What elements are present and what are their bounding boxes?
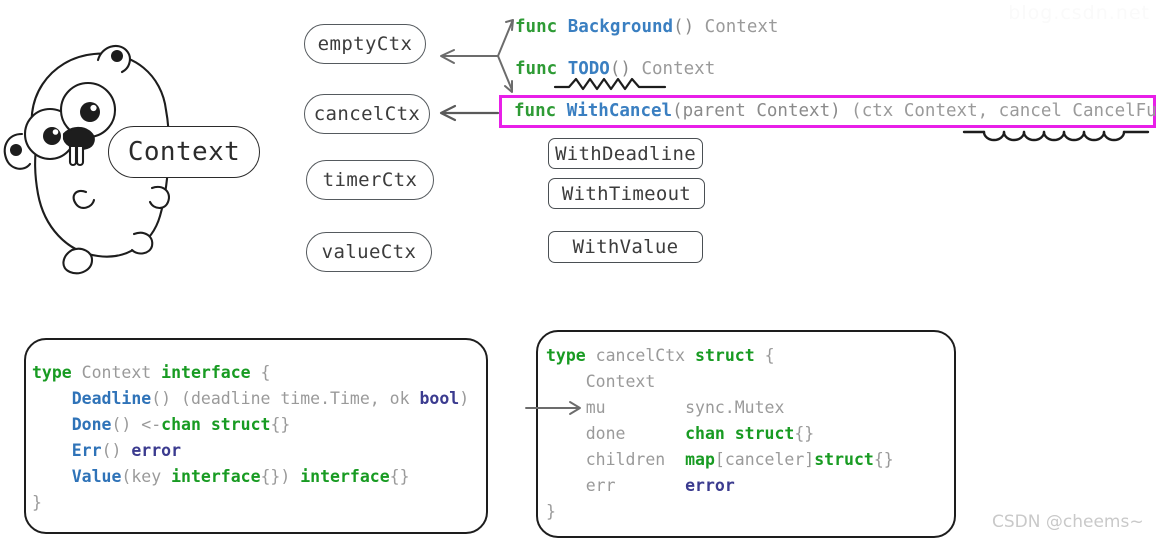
code-token: () (deadline time.Time, ok <box>151 389 420 408</box>
code-token: error <box>685 476 735 495</box>
node-withdeadline[interactable]: WithDeadline <box>548 138 703 169</box>
code-token: map <box>685 450 715 469</box>
signature-background: func Background() Context <box>515 17 778 37</box>
node-emptyctx-label: emptyCtx <box>317 33 413 55</box>
code-token: Err <box>71 441 102 460</box>
code-token: ) <box>459 389 470 408</box>
scallop-underline-icon <box>962 130 1150 142</box>
code-line: Context <box>546 369 894 395</box>
node-cancelctx[interactable]: cancelCtx <box>304 94 430 134</box>
code-line: mu sync.Mutex <box>546 395 894 421</box>
code-panel-cancelctx-body: type cancelCtx struct { Context mu sync.… <box>546 343 894 525</box>
code-token: type <box>546 346 586 365</box>
code-panel-context-body: type Context interface { Deadline() (dea… <box>32 360 469 516</box>
code-token: () <- <box>111 415 162 434</box>
node-withvalue-label: WithValue <box>572 236 679 258</box>
code-line: Done() <-chan struct{} <box>32 412 469 438</box>
code-token: {} <box>794 424 815 443</box>
code-token: Value <box>71 467 122 486</box>
code-line: done chan struct{} <box>546 421 894 447</box>
node-timerctx-label: timerCtx <box>322 169 418 191</box>
code-token: {}) <box>260 467 301 486</box>
kw-func-todo: func <box>515 59 558 79</box>
params-background: () <box>673 17 695 37</box>
connector-arrow-cancelctx <box>439 104 500 122</box>
code-token: children <box>546 450 686 469</box>
node-valuectx[interactable]: valueCtx <box>306 232 432 272</box>
code-token: interface <box>171 467 261 486</box>
code-token: {} <box>389 467 410 486</box>
code-token: struct <box>814 450 874 469</box>
code-line: } <box>546 499 894 525</box>
code-token: {} <box>873 450 894 469</box>
code-token: type <box>32 363 72 382</box>
code-token: error <box>131 441 182 460</box>
signature-withcancel: func WithCancel(parent Context) (ctx Con… <box>514 101 1158 121</box>
code-token: Deadline <box>71 389 152 408</box>
code-line: children map[canceler]struct{} <box>546 447 894 473</box>
code-line: Value(key interface{}) interface{} <box>32 464 469 490</box>
code-token: err <box>546 476 686 495</box>
code-token: {} <box>270 415 291 434</box>
node-withvalue[interactable]: WithValue <box>548 231 703 263</box>
code-token: chan struct <box>685 424 795 443</box>
code-line: err error <box>546 473 894 499</box>
code-token: done <box>546 424 686 443</box>
code-token: { <box>754 346 775 365</box>
fn-name-withcancel: WithCancel <box>566 101 673 121</box>
code-token: Context <box>546 372 656 391</box>
params-withcancel: (parent Context) <box>672 101 841 121</box>
code-token: bool <box>419 389 460 408</box>
code-token: chan struct <box>161 415 271 434</box>
node-emptyctx[interactable]: emptyCtx <box>304 24 426 64</box>
code-token: Context <box>71 363 162 382</box>
diagram-canvas: Context emptyCtx cancelCtx timerCtx valu… <box>0 0 1158 545</box>
node-valuectx-label: valueCtx <box>321 241 417 263</box>
watermark-top-right: blog.csdn.net <box>1008 2 1150 24</box>
node-withtimeout[interactable]: WithTimeout <box>548 178 705 209</box>
node-timerctx[interactable]: timerCtx <box>306 160 434 200</box>
code-token: struct <box>695 346 755 365</box>
code-token: cancelCtx <box>585 346 696 365</box>
returns-withcancel: (ctx Context, cancel CancelFunc) <box>840 101 1158 121</box>
code-token: Done <box>71 415 112 434</box>
node-withdeadline-label: WithDeadline <box>555 142 696 165</box>
code-line: } <box>32 490 469 516</box>
kw-func-background: func <box>515 17 558 37</box>
watermark-bottom-right: CSDN @cheems~ <box>992 512 1144 532</box>
context-label-pill: Context <box>108 126 260 178</box>
code-token: [canceler] <box>714 450 815 469</box>
code-token: () <box>101 441 132 460</box>
node-withtimeout-label: WithTimeout <box>561 182 692 205</box>
code-token: interface <box>161 363 251 382</box>
zigzag-underline-icon <box>553 77 667 91</box>
code-line: Err() error <box>32 438 469 464</box>
returns-background: Context <box>694 17 779 37</box>
code-token: } <box>32 493 42 512</box>
code-line: Deadline() (deadline time.Time, ok bool) <box>32 386 469 412</box>
code-token: (key <box>121 467 172 486</box>
code-token: interface <box>300 467 390 486</box>
node-cancelctx-label: cancelCtx <box>313 103 421 125</box>
code-line: type cancelCtx struct { <box>546 343 894 369</box>
context-label-text: Context <box>127 137 241 167</box>
arrow-pointer-mu-icon <box>525 401 581 415</box>
code-token: } <box>546 502 556 521</box>
code-token: { <box>250 363 271 382</box>
kw-func-withcancel: func <box>514 101 557 121</box>
fn-name-background: Background <box>567 17 674 37</box>
code-line: type Context interface { <box>32 360 469 386</box>
